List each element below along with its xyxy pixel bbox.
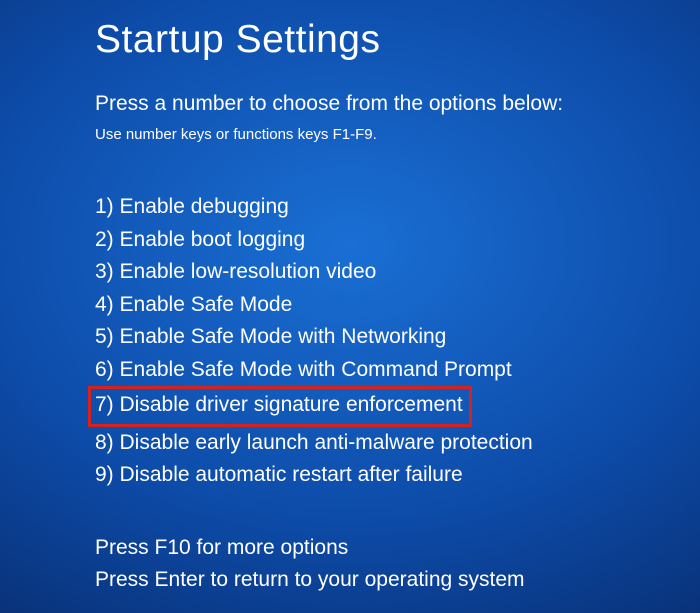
footer-return: Press Enter to return to your operating …: [95, 564, 525, 596]
footer: Press F10 for more options Press Enter t…: [95, 532, 525, 595]
footer-more-options: Press F10 for more options: [95, 532, 525, 564]
startup-option-8[interactable]: 8) Disable early launch anti-malware pro…: [95, 427, 533, 460]
startup-option-9[interactable]: 9) Disable automatic restart after failu…: [95, 459, 463, 492]
startup-option-1[interactable]: 1) Enable debugging: [95, 191, 289, 224]
startup-option-4[interactable]: 4) Enable Safe Mode: [95, 289, 292, 322]
startup-option-3[interactable]: 3) Enable low-resolution video: [95, 256, 376, 289]
page-hint: Use number keys or functions keys F1-F9.: [95, 126, 700, 143]
startup-option-6[interactable]: 6) Enable Safe Mode with Command Prompt: [95, 354, 512, 387]
startup-option-5[interactable]: 5) Enable Safe Mode with Networking: [95, 321, 446, 354]
page-subtitle: Press a number to choose from the option…: [95, 92, 700, 116]
page-title: Startup Settings: [95, 18, 700, 62]
startup-options-list: 1) Enable debugging2) Enable boot loggin…: [95, 191, 700, 492]
startup-option-7[interactable]: 7) Disable driver signature enforcement: [88, 386, 472, 427]
startup-option-2[interactable]: 2) Enable boot logging: [95, 224, 305, 257]
